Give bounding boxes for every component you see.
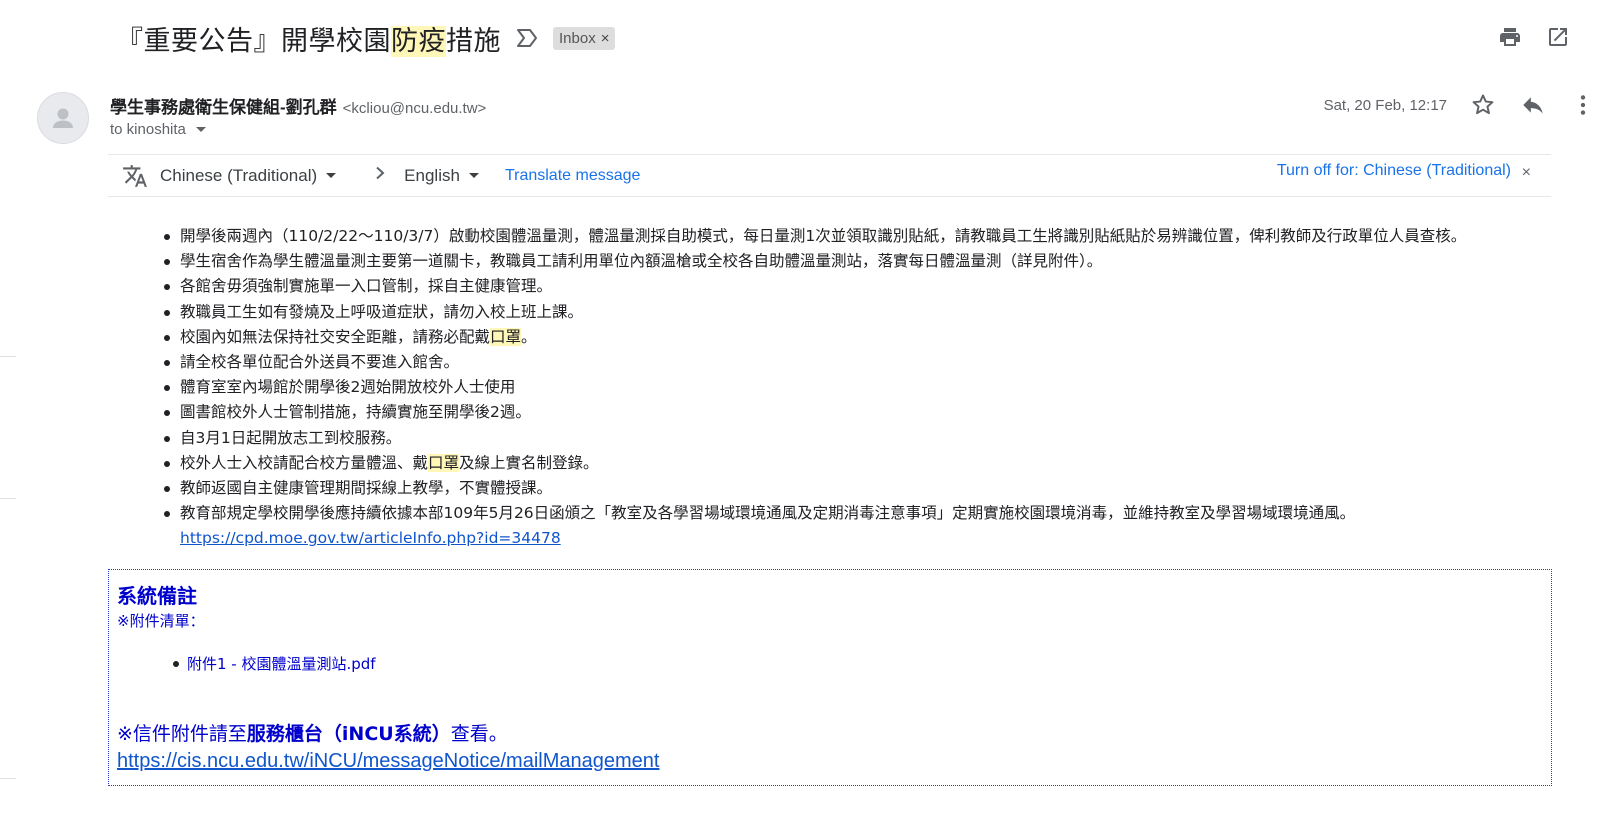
list-item: 校園內如無法保持社交安全距離，請務必配戴口罩。 xyxy=(164,325,1564,350)
list-item: 開學後兩週內（110/2/22～110/3/7）啟動校園體溫量測，體溫量測採自助… xyxy=(164,224,1564,249)
subject-text-before: 『重要公告』開學校園 xyxy=(116,25,391,57)
moe-article-link[interactable]: https://cpd.moe.gov.tw/articleInfo.php?i… xyxy=(180,529,561,547)
list-item: 學生宿舍作為學生體溫量測主要第一道關卡，教職員工請利用單位內額溫槍或全校各自助體… xyxy=(164,249,1564,274)
announcement-list: 開學後兩週內（110/2/22～110/3/7）啟動校園體溫量測，體溫量測採自助… xyxy=(164,224,1564,552)
list-item: 教職員工生如有發燒及上呼吸道症狀，請勿入校上班上課。 xyxy=(164,300,1564,325)
target-language-label: English xyxy=(404,165,460,185)
star-button[interactable] xyxy=(1469,91,1497,119)
close-translate-bar-icon[interactable]: × xyxy=(1522,164,1531,182)
item-text: 校園內如無法保持社交安全距離，請務必配戴 xyxy=(180,327,491,346)
turn-off-translation-link[interactable]: Turn off for: Chinese (Traditional) xyxy=(1277,162,1511,180)
more-options-button[interactable] xyxy=(1569,91,1597,119)
item-highlight: 口罩 xyxy=(428,453,460,472)
item-text: 及線上實名制登錄。 xyxy=(459,453,599,472)
list-item: 各館舍毋須強制實施單一入口管制，採自主健康管理。 xyxy=(164,274,1564,299)
star-icon xyxy=(1472,94,1494,115)
edge-tick xyxy=(0,778,16,779)
thread-actions xyxy=(1497,24,1571,50)
target-language-select[interactable]: English xyxy=(404,166,479,186)
subject-row: 『重要公告』開學校園防疫措施 Inbox × xyxy=(116,18,616,58)
label-text: Inbox xyxy=(559,29,596,47)
chevron-down-icon xyxy=(195,127,206,132)
list-item: 體育室室內場館於開學後2週始開放校外人士使用 xyxy=(164,375,1564,400)
open-new-window-button[interactable] xyxy=(1545,24,1571,50)
help-text: 查看。 xyxy=(450,723,508,745)
item-text: 。 xyxy=(521,327,537,346)
item-text: 教育部規定學校開學後應持續依據本部109年5月26日函頒之「教室及各學習場域環境… xyxy=(180,504,1356,523)
print-button[interactable] xyxy=(1497,24,1523,50)
reply-icon xyxy=(1523,97,1543,114)
reply-button[interactable] xyxy=(1519,91,1547,119)
chevron-right-icon xyxy=(374,166,386,185)
attachment-name: 附件1 - 校園體溫量測站.pdf xyxy=(187,655,376,673)
chevron-down-icon xyxy=(326,173,337,178)
attachment-list-heading: ※附件清單： xyxy=(117,612,205,630)
recipient-text: to kinoshita xyxy=(110,121,186,138)
item-text: 校外人士入校請配合校方量體溫、戴 xyxy=(180,453,429,472)
remove-label-icon[interactable]: × xyxy=(601,30,610,47)
list-item: 校外人士入校請配合校方量體溫、戴口罩及線上實名制登錄。 xyxy=(164,451,1564,476)
email-subject: 『重要公告』開學校園防疫措施 xyxy=(116,19,501,58)
default-avatar-icon xyxy=(53,108,73,128)
attachment-help-text: ※信件附件請至服務櫃台（iNCU系統）查看。 xyxy=(117,719,508,746)
edge-tick xyxy=(0,356,16,357)
list-item: 教育部規定學校開學後應持續依據本部109年5月26日函頒之「教室及各學習場域環境… xyxy=(164,501,1564,551)
recipient-details-toggle[interactable]: to kinoshita xyxy=(110,121,206,138)
list-item: 自3月1日起開放志工到校服務。 xyxy=(164,426,1564,451)
print-icon xyxy=(1500,28,1520,46)
edge-tick xyxy=(0,498,16,499)
attachment-item: 附件1 - 校園體溫量測站.pdf xyxy=(173,653,376,674)
inbox-label-chip: Inbox × xyxy=(553,26,616,50)
chevron-down-icon xyxy=(468,173,479,178)
system-notes-box: 系統備註 ※附件清單： 附件1 - 校園體溫量測站.pdf ※信件附件請至服務櫃… xyxy=(108,569,1552,786)
translate-icon xyxy=(122,163,148,189)
sender-avatar xyxy=(37,92,89,144)
sender-email: <kcliou@ncu.edu.tw> xyxy=(342,100,487,117)
notes-title: 系統備註 xyxy=(117,584,197,608)
help-text-bold: 服務櫃台（iNCU系統） xyxy=(246,723,451,745)
translate-message-link[interactable]: Translate message xyxy=(505,167,640,185)
source-language-select[interactable]: Chinese (Traditional) xyxy=(160,165,337,186)
list-item: 圖書館校外人士管制措施，持續實施至開學後2週。 xyxy=(164,400,1564,425)
open-in-new-window-icon xyxy=(1549,28,1567,46)
item-highlight: 口罩 xyxy=(490,327,522,346)
list-item: 教師返國自主健康管理期間採線上教學，不實體授課。 xyxy=(164,476,1564,501)
incu-mail-management-link[interactable]: https://cis.ncu.edu.tw/iNCU/messageNotic… xyxy=(117,750,659,773)
more-vertical-icon xyxy=(1580,95,1586,115)
source-language-label: Chinese (Traditional) xyxy=(160,165,318,185)
help-text: ※信件附件請至 xyxy=(117,723,247,745)
translate-bar: Chinese (Traditional) English Translate … xyxy=(108,154,1551,197)
sender-name: 學生事務處衛生保健組-劉孔群 xyxy=(110,98,337,117)
subject-highlight: 防疫 xyxy=(391,25,446,57)
sender-row: 學生事務處衛生保健組-劉孔群 <kcliou@ncu.edu.tw> xyxy=(110,93,486,118)
subject-text-after: 措施 xyxy=(446,25,501,57)
message-meta: Sat, 20 Feb, 12:17 xyxy=(1324,88,1619,122)
message-date: Sat, 20 Feb, 12:17 xyxy=(1323,96,1447,114)
list-item: 請全校各單位配合外送員不要進入館舍。 xyxy=(164,350,1564,375)
important-marker-icon[interactable] xyxy=(515,27,541,49)
bullet xyxy=(173,660,179,667)
